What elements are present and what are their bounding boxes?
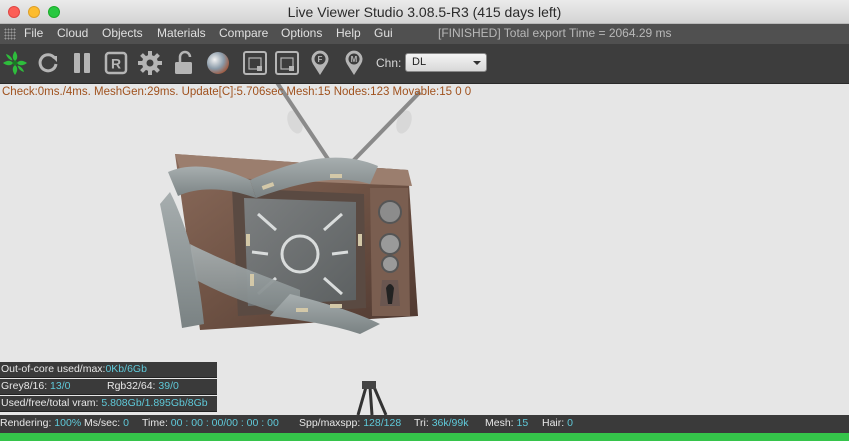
window-title: Live Viewer Studio 3.08.5-R3 (415 days l…: [287, 4, 562, 20]
menu-gui[interactable]: Gui: [374, 26, 393, 40]
ms-per-sec-status: Ms/sec: 0: [84, 417, 129, 429]
render-r-icon[interactable]: R: [101, 48, 131, 78]
pause-icon[interactable]: [67, 48, 97, 78]
mesh-label: Mesh:: [485, 417, 514, 429]
menu-materials[interactable]: Materials: [157, 26, 206, 40]
octane-logo-icon[interactable]: [0, 48, 30, 78]
window-titlebar: Live Viewer Studio 3.08.5-R3 (415 days l…: [0, 0, 849, 24]
menu-bar: File Cloud Objects Materials Compare Opt…: [0, 24, 849, 44]
export-status: [FINISHED] Total export Time = 2064.29 m…: [438, 26, 672, 40]
mssec-value: 0: [123, 417, 129, 429]
menu-file[interactable]: File: [24, 26, 43, 40]
unlock-icon[interactable]: [169, 48, 199, 78]
time-value: 00 : 00 : 00/00 : 00 : 00: [170, 417, 279, 429]
material-sphere-icon[interactable]: [203, 48, 233, 78]
tri-value: 36k/99k: [431, 417, 469, 429]
time-label: Time:: [142, 417, 168, 429]
texture-counts-info: Grey8/16: 13/0 Rgb32/64: 39/0: [0, 379, 217, 395]
out-of-core-info: Out-of-core used/max:0Kb/6Gb: [0, 362, 217, 378]
hair-status: Hair: 0: [542, 417, 573, 429]
rendering-value: 100%: [54, 417, 82, 429]
menu-objects[interactable]: Objects: [102, 26, 143, 40]
render-progress-bar: [0, 433, 849, 441]
mesh-status: Mesh: 15: [485, 417, 528, 429]
grey-label: Grey8/16:: [1, 380, 48, 392]
menu-grip-icon[interactable]: [4, 28, 16, 40]
svg-text:R: R: [111, 56, 121, 72]
rgb-value: 39/0: [158, 380, 179, 392]
focus-pin-icon[interactable]: F: [305, 48, 335, 78]
tri-status: Tri: 36k/99k: [414, 417, 468, 429]
menu-help[interactable]: Help: [336, 26, 361, 40]
spp-status: Spp/maxspp: 128/128: [299, 417, 401, 429]
render-viewport[interactable]: Check:0ms./4ms. MeshGen:29ms. Update[C]:…: [0, 84, 849, 415]
vram-info: Used/free/total vram: 5.808Gb/1.895Gb/8G…: [0, 396, 217, 412]
mssec-label: Ms/sec:: [84, 417, 121, 429]
channel-select[interactable]: DL: [405, 53, 487, 72]
rendering-label: Rendering:: [0, 417, 52, 429]
out-of-core-value: 0Kb/6Gb: [105, 363, 147, 375]
vram-label: Used/free/total vram:: [1, 397, 99, 409]
out-of-core-label: Out-of-core used/max:: [1, 363, 106, 375]
chevron-down-icon: [473, 61, 481, 65]
hair-label: Hair:: [542, 417, 565, 429]
region-frame-icon-2[interactable]: [272, 48, 302, 78]
region-frame-icon[interactable]: [240, 48, 270, 78]
toolbar: R F M Chn: DL: [0, 44, 849, 84]
refresh-icon[interactable]: [33, 48, 63, 78]
spp-label: Spp/maxspp:: [299, 417, 361, 429]
scene-stats: Check:0ms./4ms. MeshGen:29ms. Update[C]:…: [2, 86, 472, 98]
render-progress-fill: [0, 433, 849, 441]
tri-label: Tri:: [414, 417, 429, 429]
grey-value: 13/0: [50, 380, 71, 392]
svg-text:F: F: [318, 55, 323, 64]
channel-label: Chn:: [376, 56, 402, 70]
rgb-label: Rgb32/64:: [107, 380, 156, 392]
gear-icon[interactable]: [135, 48, 165, 78]
menu-compare[interactable]: Compare: [219, 26, 268, 40]
menu-cloud[interactable]: Cloud: [57, 26, 88, 40]
material-pin-icon[interactable]: M: [339, 48, 369, 78]
render-status-bar: Rendering: 100% Ms/sec: 0 Time: 00 : 00 …: [0, 415, 849, 433]
mesh-value: 15: [516, 417, 529, 429]
menu-options[interactable]: Options: [281, 26, 322, 40]
hair-value: 0: [567, 417, 573, 429]
time-status: Time: 00 : 00 : 00/00 : 00 : 00: [142, 417, 279, 429]
rendering-status: Rendering: 100%: [0, 417, 81, 429]
channel-select-value: DL: [412, 56, 427, 68]
vram-value: 5.808Gb/1.895Gb/8Gb: [101, 397, 208, 409]
svg-text:M: M: [351, 55, 358, 64]
spp-value: 128/128: [363, 417, 402, 429]
